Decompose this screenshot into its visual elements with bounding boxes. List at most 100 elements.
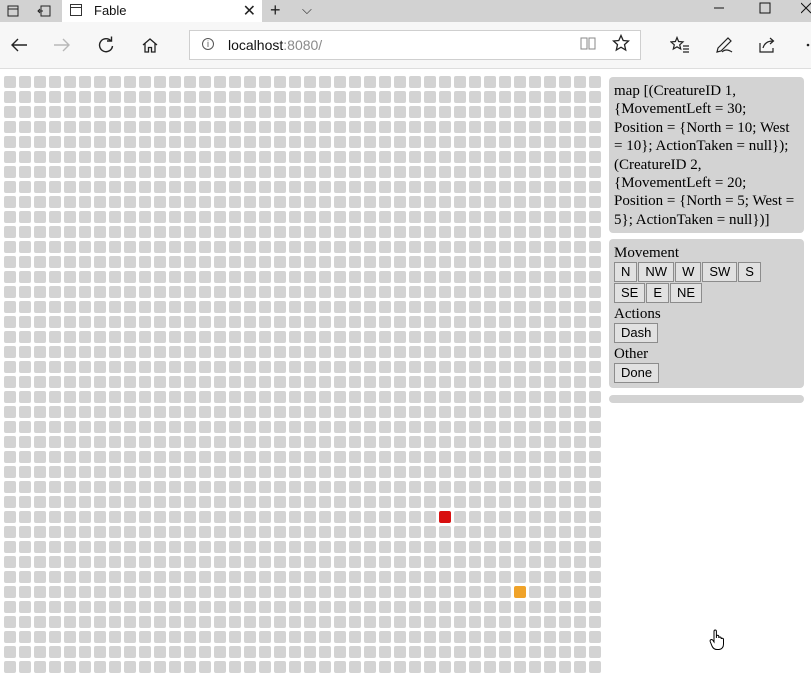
grid-cell xyxy=(19,166,31,178)
grid-cell xyxy=(454,316,466,328)
grid-cell xyxy=(49,631,61,643)
window-close-icon[interactable] xyxy=(800,0,811,20)
move-sw-button[interactable]: SW xyxy=(702,262,738,282)
grid-cell xyxy=(394,301,406,313)
grid-cell xyxy=(589,271,601,283)
grid-cell xyxy=(289,511,301,523)
grid-cell xyxy=(409,121,421,133)
grid-cell xyxy=(64,271,76,283)
grid-cell xyxy=(334,151,346,163)
dash-button[interactable]: Dash xyxy=(614,323,659,343)
info-icon[interactable]: i xyxy=(202,38,214,50)
move-nw-button[interactable]: NW xyxy=(638,262,675,282)
grid-cell xyxy=(409,241,421,253)
set-aside-tabs-icon[interactable] xyxy=(33,0,55,22)
grid-cell xyxy=(79,136,91,148)
grid-cell xyxy=(184,526,196,538)
pen-icon[interactable] xyxy=(712,34,736,56)
grid-cell xyxy=(574,496,586,508)
grid-cell xyxy=(304,211,316,223)
grid-cell xyxy=(409,406,421,418)
grid-cell xyxy=(49,226,61,238)
done-button[interactable]: Done xyxy=(614,363,660,383)
grid-cell xyxy=(229,211,241,223)
grid-cell xyxy=(139,76,151,88)
grid-cell xyxy=(499,496,511,508)
reading-view-icon[interactable] xyxy=(580,36,596,54)
home-icon[interactable] xyxy=(138,34,162,56)
maximize-icon[interactable] xyxy=(759,0,771,20)
grid-cell xyxy=(544,331,556,343)
grid-cell xyxy=(19,646,31,658)
forward-icon[interactable] xyxy=(50,34,74,56)
grid-cell xyxy=(274,241,286,253)
grid-cell xyxy=(484,466,496,478)
address-bar[interactable]: i localhost:8080/ xyxy=(189,30,641,60)
grid-cell xyxy=(154,466,166,478)
grid-cell xyxy=(169,331,181,343)
grid-cell xyxy=(94,346,106,358)
grid-cell xyxy=(424,631,436,643)
grid-cell xyxy=(544,541,556,553)
grid-cell xyxy=(199,421,211,433)
grid-cell xyxy=(574,286,586,298)
move-s-button[interactable]: S xyxy=(738,262,761,282)
grid-cell xyxy=(379,511,391,523)
grid-cell xyxy=(124,151,136,163)
grid-cell xyxy=(499,151,511,163)
grid-cell xyxy=(109,106,121,118)
grid-cell xyxy=(559,211,571,223)
grid-cell xyxy=(454,661,466,673)
grid-cell xyxy=(289,316,301,328)
grid-cell xyxy=(79,166,91,178)
grid-cell xyxy=(334,316,346,328)
move-ne-button[interactable]: NE xyxy=(670,283,703,303)
chevron-down-icon[interactable]: ⌵ xyxy=(302,0,312,20)
share-icon[interactable] xyxy=(756,34,780,56)
grid-cell xyxy=(109,511,121,523)
grid-cell xyxy=(379,331,391,343)
grid-cell xyxy=(334,376,346,388)
grid-cell xyxy=(139,106,151,118)
grid-cell xyxy=(499,91,511,103)
grid-cell xyxy=(484,526,496,538)
grid-cell xyxy=(304,391,316,403)
grid-cell xyxy=(499,556,511,568)
grid-cell xyxy=(34,121,46,133)
grid-cell xyxy=(364,421,376,433)
grid-cell xyxy=(469,541,481,553)
grid-cell xyxy=(364,631,376,643)
grid-cell xyxy=(214,286,226,298)
favorites-hub-icon[interactable] xyxy=(668,34,692,56)
url-port-path: :8080/ xyxy=(283,37,323,53)
move-n-button[interactable]: N xyxy=(614,262,638,282)
grid-cell xyxy=(514,451,526,463)
minimize-icon[interactable] xyxy=(713,0,725,20)
favorite-star-icon[interactable] xyxy=(611,33,631,57)
move-e-button[interactable]: E xyxy=(646,283,670,303)
back-icon[interactable] xyxy=(7,34,31,56)
tab-fable[interactable]: Fable ✕ xyxy=(62,0,262,22)
grid-cell xyxy=(214,541,226,553)
move-se-button[interactable]: SE xyxy=(614,283,646,303)
grid-cell xyxy=(469,481,481,493)
grid-cell xyxy=(169,316,181,328)
grid-cell xyxy=(259,136,271,148)
refresh-icon[interactable] xyxy=(94,34,118,56)
more-icon[interactable] xyxy=(796,34,811,56)
grid-cell xyxy=(214,496,226,508)
new-tab-icon[interactable]: + xyxy=(270,0,281,20)
grid-cell xyxy=(214,586,226,598)
tab-actions-icon[interactable] xyxy=(2,0,24,22)
grid-cell xyxy=(394,631,406,643)
grid-cell xyxy=(424,106,436,118)
grid-cell xyxy=(274,166,286,178)
move-w-button[interactable]: W xyxy=(675,262,702,282)
grid-cell xyxy=(184,571,196,583)
grid-cell xyxy=(514,301,526,313)
close-icon[interactable]: ✕ xyxy=(243,1,256,21)
grid-cell xyxy=(169,466,181,478)
grid-cell xyxy=(529,331,541,343)
grid-cell xyxy=(34,631,46,643)
grid-cell xyxy=(79,526,91,538)
